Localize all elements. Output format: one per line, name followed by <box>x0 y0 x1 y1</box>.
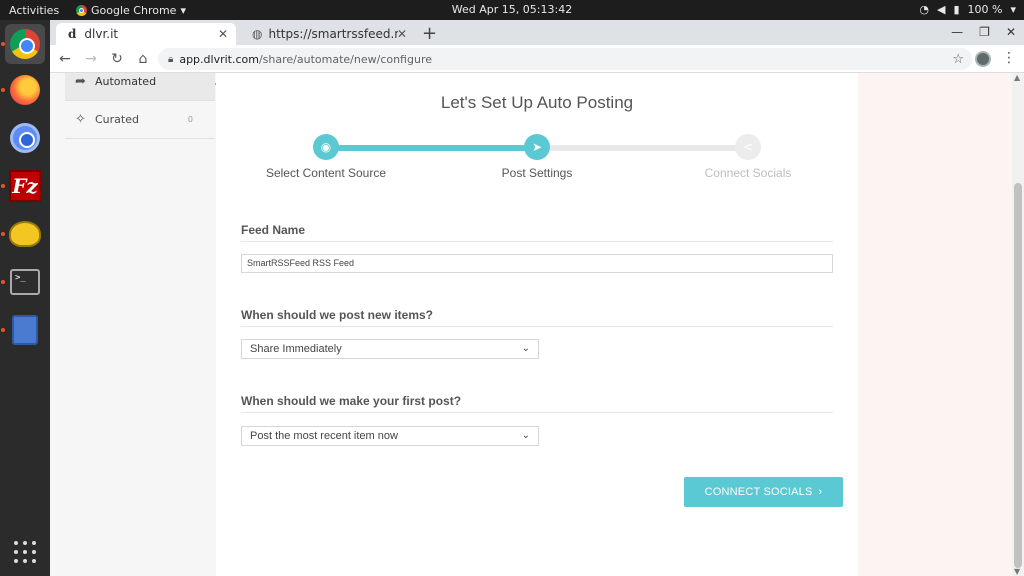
dock-chrome[interactable] <box>5 24 45 64</box>
more-menu-icon[interactable]: ⋮ <box>1002 50 1016 66</box>
battery-icon: ▮ <box>953 3 960 16</box>
chrome-icon <box>76 4 87 16</box>
dock-terminal[interactable]: >_ <box>5 262 45 302</box>
tab-smartrssfeed[interactable]: ◍ https://smartrssfeed.mys ✕ <box>240 23 415 45</box>
caret-down-icon: ▾ <box>180 3 186 17</box>
tab-title: https://smartrssfeed.mys <box>268 27 398 41</box>
progress-fill <box>326 145 537 151</box>
dlvrit-favicon-icon: d <box>68 27 77 41</box>
step-3-label: Connect Socials <box>704 166 792 180</box>
post-timing-select[interactable]: Share Immediately ⌄ <box>241 339 539 359</box>
activities-button[interactable]: Activities <box>0 4 72 17</box>
step-2-label: Post Settings <box>501 166 573 180</box>
dock-teapot[interactable] <box>5 214 45 254</box>
sidebar-item-label: Curated <box>95 113 139 126</box>
share-nodes-icon: < <box>742 140 754 154</box>
system-tray[interactable]: ◔ ◀ ▮ 100 % ▾ <box>919 3 1016 16</box>
volume-icon: ◀ <box>936 3 946 16</box>
chrome-icon <box>10 29 40 59</box>
system-top-bar: Activities Google Chrome ▾ Wed Apr 15, 0… <box>0 0 1024 20</box>
magic-wand-icon: ✧ <box>75 112 86 127</box>
connect-socials-label: CONNECT SOCIALS <box>704 486 813 498</box>
restore-icon[interactable]: ❐ <box>979 25 990 39</box>
post-timing-value: Share Immediately <box>250 343 342 355</box>
setup-card: Let's Set Up Auto Posting ◉ ➤ < Select C… <box>216 73 858 576</box>
scroll-up-icon[interactable]: ▲ <box>1014 73 1020 82</box>
globe-icon: ◍ <box>252 27 263 41</box>
home-icon[interactable]: ⌂ <box>132 51 154 67</box>
close-icon[interactable]: ✕ <box>1006 25 1016 39</box>
first-post-label: When should we make your first post? <box>241 394 462 408</box>
filezilla-icon: Fz <box>9 170 41 202</box>
feed-name-input[interactable]: SmartRSSFeed RSS Feed <box>241 254 833 273</box>
sidebar-item-curated[interactable]: ✧ Curated 0 <box>65 101 215 139</box>
divider <box>241 241 833 242</box>
divider <box>241 326 833 327</box>
post-timing-label: When should we post new items? <box>241 308 434 322</box>
dock-files[interactable] <box>5 310 45 350</box>
dock: Fz >_ <box>0 20 50 576</box>
url-host: app.dlvrit.com <box>179 52 259 66</box>
chromium-icon <box>10 123 40 153</box>
url-path: /share/automate/new/configure <box>258 52 432 66</box>
caret-down-icon: ▾ <box>1010 3 1016 16</box>
sidebar-item-label: Automated <box>95 75 157 88</box>
terminal-icon: >_ <box>10 269 40 295</box>
forward-icon[interactable]: → <box>80 51 102 67</box>
scroll-down-icon[interactable]: ▼ <box>1014 567 1020 576</box>
right-panel <box>858 73 1012 576</box>
profile-avatar[interactable] <box>975 51 991 67</box>
reload-icon[interactable]: ↻ <box>106 51 128 67</box>
close-icon[interactable]: ✕ <box>218 27 228 41</box>
share-arrow-icon: ➦ <box>75 74 86 89</box>
count-badge: 0 <box>187 115 193 124</box>
show-applications-button[interactable] <box>5 532 45 572</box>
paper-plane-icon: ➤ <box>531 140 543 154</box>
close-icon[interactable]: ✕ <box>397 27 407 41</box>
back-icon[interactable]: ← <box>54 51 76 67</box>
chevron-right-icon: › <box>818 486 823 498</box>
wifi-icon: ◔ <box>919 3 929 16</box>
step-3-circle: < <box>735 134 761 160</box>
first-post-select[interactable]: Post the most recent item now ⌄ <box>241 426 539 446</box>
browser-toolbar: ← → ↻ ⌂ 🔒︎ app.dlvrit.com/share/automate… <box>50 45 1024 73</box>
address-bar[interactable]: 🔒︎ app.dlvrit.com/share/automate/new/con… <box>158 48 972 70</box>
divider <box>241 412 833 413</box>
chevron-down-icon: ⌄ <box>521 343 530 354</box>
dock-filezilla[interactable]: Fz <box>5 166 45 206</box>
feed-name-value: SmartRSSFeed RSS Feed <box>247 258 355 268</box>
page-viewport: ➦ Automated ✧ Curated 0 Let's Set Up Aut… <box>50 73 1024 576</box>
step-2-circle[interactable]: ➤ <box>524 134 550 160</box>
app-grid-icon <box>14 541 36 563</box>
first-post-value: Post the most recent item now <box>250 430 398 442</box>
bookmark-star-icon[interactable]: ☆ <box>952 52 964 67</box>
step-1-circle[interactable]: ◉ <box>313 134 339 160</box>
new-tab-button[interactable]: + <box>422 23 437 44</box>
chevron-down-icon: ⌄ <box>521 430 530 441</box>
teapot-icon <box>9 221 41 247</box>
dock-firefox[interactable] <box>5 70 45 110</box>
lock-icon: 🔒︎ <box>168 53 174 65</box>
tab-title: dlvr.it <box>84 27 119 41</box>
app-menu[interactable]: Google Chrome ▾ <box>76 4 186 17</box>
dock-chromium[interactable] <box>5 118 45 158</box>
rss-icon: ◉ <box>320 140 332 154</box>
file-cabinet-icon <box>12 315 38 345</box>
window-controls: — ❐ ✕ <box>951 25 1016 39</box>
minimize-icon[interactable]: — <box>951 25 963 39</box>
tab-dlvrit[interactable]: d dlvr.it ✕ <box>56 23 236 45</box>
battery-level: 100 % <box>967 3 1003 16</box>
sidebar: ➦ Automated ✧ Curated 0 <box>65 73 225 576</box>
tab-strip: d dlvr.it ✕ ◍ https://smartrssfeed.mys ✕… <box>50 20 1024 45</box>
feed-name-label: Feed Name <box>241 223 306 237</box>
scrollbar-thumb[interactable] <box>1014 183 1022 568</box>
connect-socials-button[interactable]: CONNECT SOCIALS › <box>684 477 843 507</box>
app-menu-label: Google Chrome <box>91 3 177 17</box>
firefox-icon <box>10 75 40 105</box>
page-scrollbar[interactable]: ▲ ▼ <box>1012 73 1024 576</box>
sidebar-item-automated[interactable]: ➦ Automated <box>65 73 215 101</box>
step-1-label: Select Content Source <box>265 166 387 180</box>
page-title: Let's Set Up Auto Posting <box>440 93 634 112</box>
browser-window: d dlvr.it ✕ ◍ https://smartrssfeed.mys ✕… <box>50 20 1024 576</box>
